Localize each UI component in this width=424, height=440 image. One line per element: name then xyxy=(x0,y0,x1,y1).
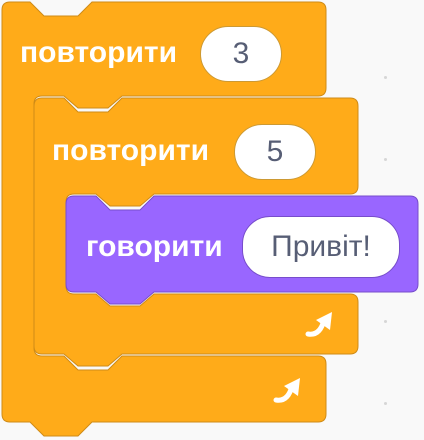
say-text-input[interactable]: Привіт! xyxy=(242,216,400,278)
repeat-count-input[interactable]: 5 xyxy=(234,124,316,180)
repeat-label: повторити xyxy=(52,134,210,167)
repeat-count-input[interactable]: 3 xyxy=(200,26,282,82)
repeat-label: повторити xyxy=(20,36,178,69)
say-label: говорити xyxy=(86,230,223,263)
scripts-area: повторити 3 повторити 5 говорити Привіт! xyxy=(0,0,424,440)
repeat-arrow-icon xyxy=(305,312,332,337)
repeat-arrow-icon xyxy=(273,378,300,403)
